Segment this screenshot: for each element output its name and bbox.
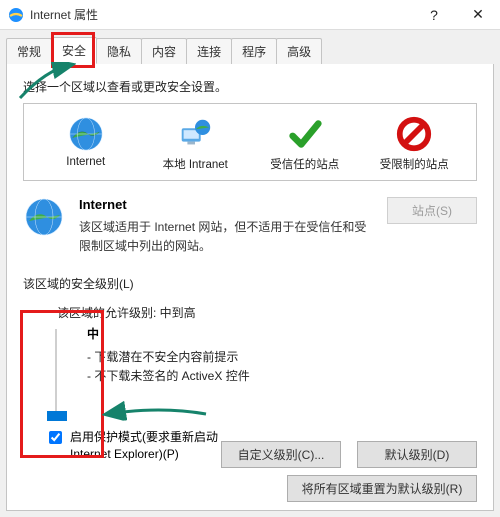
protected-mode-label[interactable]: 启用保护模式(要求重新启动 Internet Explorer)(P)	[70, 429, 239, 463]
level-bullet: 不下载未签名的 ActiveX 控件	[87, 367, 250, 386]
allowed-levels-label: 该区域的允许级别: 中到高	[57, 304, 469, 321]
tab-security[interactable]: 安全	[51, 37, 97, 64]
zone-label: 受限制的站点	[361, 156, 469, 172]
tab-connections[interactable]: 连接	[186, 38, 232, 64]
titlebar: Internet 属性 ? ✕	[0, 0, 500, 30]
slider-track	[55, 329, 57, 421]
computer-globe-icon	[142, 114, 250, 154]
window-title: Internet 属性	[30, 6, 412, 23]
security-level-slider[interactable]	[45, 325, 67, 425]
default-level-button[interactable]: 默认级别(D)	[357, 441, 477, 468]
level-bullet: 下载潜在不安全内容前提示	[87, 348, 250, 367]
sites-button: 站点(S)	[387, 197, 477, 224]
zone-restricted[interactable]: 受限制的站点	[361, 114, 469, 172]
zones-list: Internet 本地 Intranet 受信任的站点	[23, 103, 477, 181]
help-button[interactable]: ?	[412, 0, 456, 30]
tab-advanced[interactable]: 高级	[276, 38, 322, 64]
zone-trusted[interactable]: 受信任的站点	[251, 114, 359, 172]
tab-general[interactable]: 常规	[6, 38, 52, 64]
checkmark-icon	[251, 114, 359, 154]
zone-description: Internet 该区域适用于 Internet 网站，但不适用于在受信任和受限…	[23, 197, 477, 255]
zone-detail-desc: 该区域适用于 Internet 网站，但不适用于在受信任和受限制区域中列出的网站…	[79, 218, 373, 255]
security-level-label: 该区域的安全级别(L)	[23, 275, 477, 292]
forbid-icon	[361, 114, 469, 154]
zone-label: 本地 Intranet	[142, 156, 250, 172]
tab-content[interactable]: 内容	[141, 38, 187, 64]
reset-all-zones-button[interactable]: 将所有区域重置为默认级别(R)	[287, 475, 477, 502]
zone-detail-title: Internet	[79, 197, 373, 212]
zone-label: 受信任的站点	[251, 156, 359, 172]
zone-label: Internet	[32, 156, 140, 168]
level-name: 中	[87, 325, 250, 342]
tab-strip: 常规 安全 隐私 内容 连接 程序 高级	[0, 30, 500, 64]
slider-thumb[interactable]	[47, 411, 67, 421]
tab-privacy[interactable]: 隐私	[96, 38, 142, 64]
tab-programs[interactable]: 程序	[231, 38, 277, 64]
security-panel: 选择一个区域以查看或更改安全设置。 Internet	[6, 63, 494, 511]
custom-level-button[interactable]: 自定义级别(C)...	[221, 441, 341, 468]
globe-icon	[32, 114, 140, 154]
close-button[interactable]: ✕	[456, 0, 500, 30]
ie-icon	[8, 7, 24, 23]
protected-mode-checkbox[interactable]	[49, 431, 62, 444]
zone-intranet[interactable]: 本地 Intranet	[142, 114, 250, 172]
zone-internet[interactable]: Internet	[32, 114, 140, 172]
globe-icon	[23, 197, 65, 237]
select-zone-label: 选择一个区域以查看或更改安全设置。	[23, 78, 477, 95]
